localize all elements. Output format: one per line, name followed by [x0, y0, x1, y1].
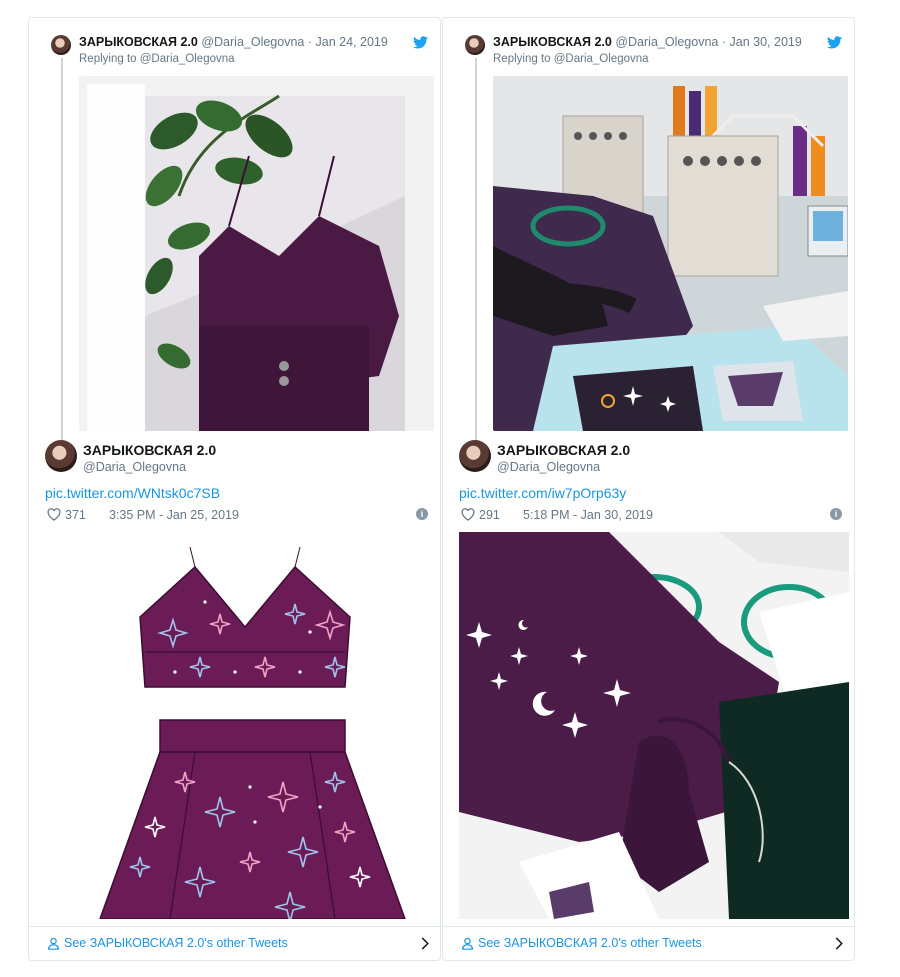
- tweet-photo-sketch[interactable]: [45, 532, 435, 919]
- twitter-bird-icon[interactable]: [827, 36, 842, 49]
- reply-tweet-header[interactable]: ЗАРЫКОВСКАЯ 2.0 @Daria_Olegovna · Jan 24…: [51, 32, 428, 72]
- tweet-author[interactable]: ЗАРЫКОВСКАЯ 2.0 @Daria_Olegovna: [459, 440, 842, 480]
- person-icon: [48, 937, 59, 950]
- tweet-photo-embroidery-machine[interactable]: [493, 76, 848, 431]
- avatar[interactable]: [465, 35, 485, 55]
- replying-to-handle[interactable]: @Daria_Olegovna: [554, 53, 649, 65]
- author-handle[interactable]: @Daria_Olegovna: [497, 460, 600, 474]
- replying-to-handle[interactable]: @Daria_Olegovna: [140, 53, 235, 65]
- thread-connector-line: [61, 58, 63, 456]
- reply-author-line: ЗАРЫКОВСКАЯ 2.0 @Daria_Olegovna · Jan 24…: [79, 35, 388, 49]
- info-icon[interactable]: i: [416, 508, 428, 520]
- info-icon[interactable]: i: [830, 508, 842, 520]
- tweet-timestamp[interactable]: 3:35 PM - Jan 25, 2019: [109, 508, 239, 522]
- twitter-bird-icon[interactable]: [413, 36, 428, 49]
- tweet-timestamp[interactable]: 5:18 PM - Jan 30, 2019: [523, 508, 653, 522]
- replying-to-prefix: Replying to: [79, 53, 137, 65]
- reply-tweet-header[interactable]: ЗАРЫКОВСКАЯ 2.0 @Daria_Olegovna · Jan 30…: [465, 32, 842, 72]
- replying-to: Replying to @Daria_Olegovna: [79, 53, 235, 65]
- tweet-pic-link[interactable]: pic.twitter.com/iw7pOrp63y: [459, 485, 626, 501]
- author-name[interactable]: ЗАРЫКОВСКАЯ 2.0: [497, 442, 630, 458]
- avatar[interactable]: [51, 35, 71, 55]
- reply-author-line: ЗАРЫКОВСКАЯ 2.0 @Daria_Olegovna · Jan 30…: [493, 35, 802, 49]
- reply-author-handle[interactable]: @Daria_Olegovna: [615, 35, 718, 49]
- like-count[interactable]: 291: [479, 508, 500, 522]
- tweet-author[interactable]: ЗАРЫКОВСКАЯ 2.0 @Daria_Olegovna: [45, 440, 428, 480]
- tweet-photo-embroidered-fabric[interactable]: [459, 532, 849, 919]
- tweet-photo-garment-flatlay[interactable]: [79, 76, 434, 431]
- separator-dot: ·: [307, 35, 313, 49]
- reply-date[interactable]: Jan 24, 2019: [316, 35, 388, 49]
- reply-author-name[interactable]: ЗАРЫКОВСКАЯ 2.0: [493, 35, 612, 49]
- tweet-meta: 291 5:18 PM - Jan 30, 2019 i: [459, 506, 842, 526]
- replying-to-prefix: Replying to: [493, 53, 551, 65]
- tweet-meta: 371 3:35 PM - Jan 25, 2019 i: [45, 506, 428, 526]
- reply-date[interactable]: Jan 30, 2019: [730, 35, 802, 49]
- other-tweets-footer[interactable]: See ЗАРЫКОВСКАЯ 2.0's other Tweets: [443, 926, 854, 960]
- other-tweets-footer[interactable]: See ЗАРЫКОВСКАЯ 2.0's other Tweets: [29, 926, 440, 960]
- other-tweets-link[interactable]: See ЗАРЫКОВСКАЯ 2.0's other Tweets: [64, 936, 288, 950]
- other-tweets-link[interactable]: See ЗАРЫКОВСКАЯ 2.0's other Tweets: [478, 936, 702, 950]
- chevron-right-icon[interactable]: [834, 937, 844, 950]
- person-icon: [462, 937, 473, 950]
- reply-author-name[interactable]: ЗАРЫКОВСКАЯ 2.0: [79, 35, 198, 49]
- reply-author-handle[interactable]: @Daria_Olegovna: [201, 35, 304, 49]
- like-count[interactable]: 371: [65, 508, 86, 522]
- tweet-card-left: ЗАРЫКОВСКАЯ 2.0 @Daria_Olegovna · Jan 24…: [28, 17, 441, 961]
- author-name[interactable]: ЗАРЫКОВСКАЯ 2.0: [83, 442, 216, 458]
- avatar[interactable]: [45, 440, 77, 472]
- replying-to: Replying to @Daria_Olegovna: [493, 53, 649, 65]
- avatar[interactable]: [459, 440, 491, 472]
- separator-dot: ·: [721, 35, 727, 49]
- tweet-card-right: ЗАРЫКОВСКАЯ 2.0 @Daria_Olegovna · Jan 30…: [442, 17, 855, 961]
- heart-icon[interactable]: [461, 508, 475, 521]
- heart-icon[interactable]: [47, 508, 61, 521]
- thread-connector-line: [475, 58, 477, 456]
- tweet-pic-link[interactable]: pic.twitter.com/WNtsk0c7SB: [45, 485, 220, 501]
- author-handle[interactable]: @Daria_Olegovna: [83, 460, 186, 474]
- chevron-right-icon[interactable]: [420, 937, 430, 950]
